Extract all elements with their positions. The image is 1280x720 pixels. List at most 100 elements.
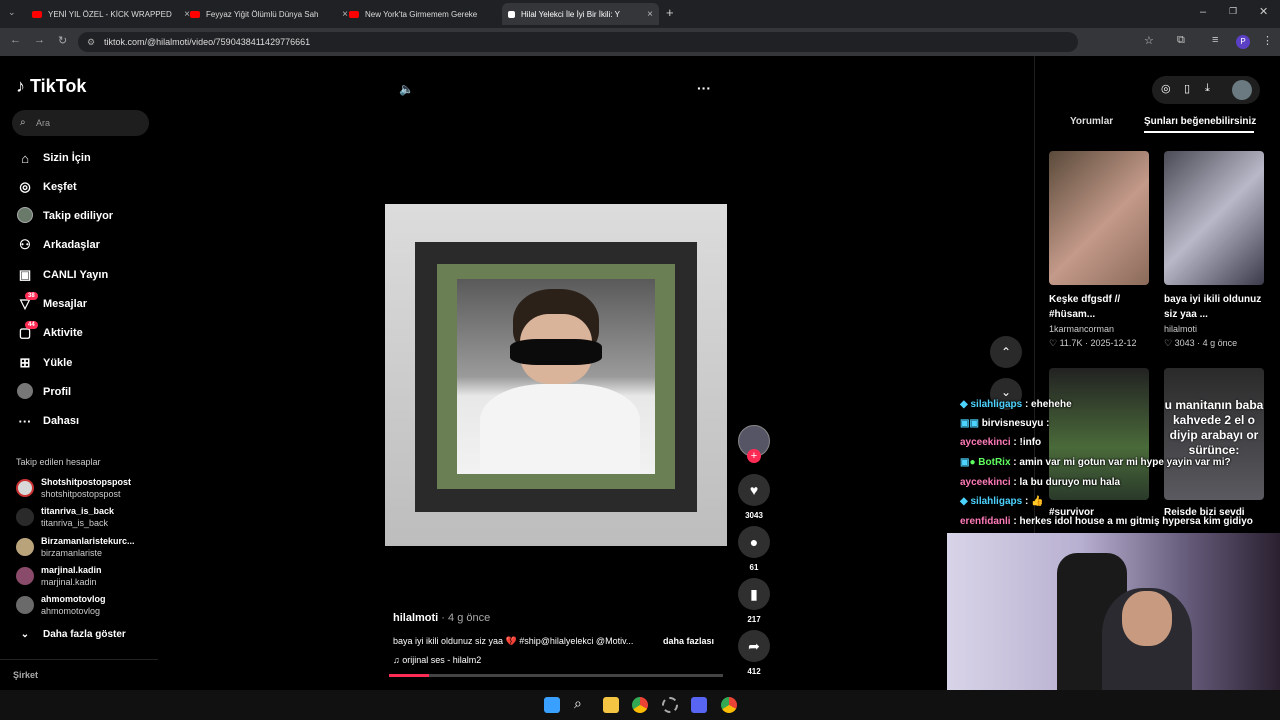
like-button[interactable]: ♥ <box>738 474 770 506</box>
nav-kesfet[interactable]: ◎ Keşfet <box>16 176 156 198</box>
comment-icon: ● <box>749 534 759 550</box>
browser-tab-3[interactable]: New York'ta Girmemem Gereke× <box>343 3 513 25</box>
following-heading: Takip edilen hesaplar <box>16 457 101 467</box>
back-icon[interactable]: ← <box>10 34 21 46</box>
suggested-video-author[interactable]: 1karmancorman <box>1049 324 1114 334</box>
forward-icon[interactable]: → <box>34 34 45 46</box>
share-icon: ➦ <box>748 637 760 654</box>
save-count: 217 <box>747 615 761 624</box>
nav-mesajlar[interactable]: ▽ 38 Mesajlar <box>16 292 156 315</box>
suggested-video-stats: ♡ 3043 · 4 g önce <box>1164 338 1238 348</box>
site-info-icon[interactable]: ⚙ <box>87 32 95 52</box>
close-window-icon[interactable]: ✕ <box>1259 5 1268 18</box>
chat-user: ayceekinci <box>960 477 1011 488</box>
download-icon[interactable]: ⤓ <box>1205 82 1210 95</box>
chat-user: erenfidanli <box>960 516 1011 527</box>
nav-takip-ediliyor[interactable]: Takip ediliyor <box>16 205 156 227</box>
video-player[interactable] <box>385 204 727 546</box>
reload-icon[interactable]: ↻ <box>58 34 67 47</box>
reading-list-icon[interactable]: ≡ <box>1212 34 1218 46</box>
tab-onerilenler[interactable]: Şunları beğenebilirsiniz <box>1144 116 1256 127</box>
profile-avatar[interactable]: P <box>1236 35 1250 49</box>
save-button[interactable]: ▮ <box>738 578 770 610</box>
user-avatar[interactable] <box>1232 80 1252 100</box>
account-name: Birzamanlaristekurc... <box>41 536 135 546</box>
activity-badge: 44 <box>25 321 38 329</box>
settings-icon[interactable] <box>662 697 678 713</box>
file-explorer-icon[interactable] <box>603 697 619 713</box>
minimize-icon[interactable]: – <box>1200 6 1206 18</box>
chat-message: ◆ silahligaps : ehehehe <box>960 399 1072 410</box>
previous-video-button[interactable]: ⌃ <box>990 336 1022 368</box>
follow-plus-icon[interactable]: + <box>747 449 761 463</box>
more-options-icon[interactable]: ··· <box>697 80 711 96</box>
nav-profil[interactable]: Profil <box>16 381 156 403</box>
browser-tab-4[interactable]: Hilal Yelekci İle İyi Bir İkili: Y × <box>502 3 659 25</box>
browser-tab-bar: ⌄ YENİ YIL ÖZEL - KİCK WRAPPED × Feyyaz Y… <box>0 0 1280 28</box>
nav-canli-yayin[interactable]: ▣ CANLI Yayın <box>16 264 156 286</box>
nav-sizin-icin[interactable]: ⌂ Sizin İçin <box>16 147 156 169</box>
following-account[interactable]: Birzamanlaristekurc... birzamanlariste <box>16 535 156 561</box>
thumbnail-overlay-text: u manitanın baba kahvede 2 el o diyip ar… <box>1164 398 1264 457</box>
show-more-button[interactable]: ⌄ Daha fazla göster <box>16 623 156 645</box>
account-name: marjinal.kadin <box>41 565 102 575</box>
footer-link[interactable]: Şirket <box>13 670 38 680</box>
caption-more-link[interactable]: daha fazlası <box>663 636 714 646</box>
more-icon: ··· <box>18 413 32 429</box>
account-name: Shotshitpostopspost <box>41 477 131 487</box>
suggested-video-title[interactable]: Keşke dfgsdf // #hüsam... <box>1049 292 1149 322</box>
chrome-icon[interactable] <box>632 697 648 713</box>
close-icon[interactable]: × <box>647 9 653 20</box>
heart-icon: ♥ <box>749 482 759 498</box>
volume-icon[interactable]: 🔈 <box>399 82 414 96</box>
search-input[interactable]: ⌕ Ara <box>12 110 149 136</box>
following-account[interactable]: ahmomotovlog ahmomotovlog <box>16 593 156 619</box>
post-time: · 4 g önce <box>441 612 491 624</box>
following-account[interactable]: marjinal.kadin marjinal.kadin <box>16 564 156 590</box>
suggested-video-thumbnail[interactable] <box>1164 151 1264 285</box>
tab-yorumlar[interactable]: Yorumlar <box>1070 116 1113 127</box>
nav-label: Mesajlar <box>43 298 88 310</box>
tiktok-sidebar: ♪ TikTok ⌕ Ara ⌂ Sizin İçin ◎ Keşfet Takip… <box>0 56 160 690</box>
bookmark-star-icon[interactable]: ☆ <box>1144 34 1154 47</box>
suggested-video-thumbnail[interactable]: u manitanın baba kahvede 2 el o diyip ar… <box>1164 368 1264 500</box>
nav-aktivite[interactable]: ▢ 44 Aktivite <box>16 321 156 344</box>
suggested-video-author[interactable]: hilalmoti <box>1164 324 1197 334</box>
messages-badge: 38 <box>25 292 38 300</box>
nav-arkadaslar[interactable]: ⚇ Arkadaşlar <box>16 234 156 256</box>
suggested-video-title[interactable]: baya iyi ikili oldunuz siz yaa ... <box>1164 292 1264 322</box>
nav-dahasi[interactable]: ··· Dahası <box>16 410 156 432</box>
search-icon[interactable]: ⌕ <box>574 695 582 712</box>
browser-menu-icon[interactable]: ⋮ <box>1262 34 1273 47</box>
tiktok-logo[interactable]: ♪ TikTok <box>16 76 86 97</box>
share-button[interactable]: ➦ <box>738 630 770 662</box>
new-tab-icon[interactable]: + <box>666 5 674 20</box>
nav-yukle[interactable]: ⊞ Yükle <box>16 352 156 374</box>
comment-button[interactable]: ● <box>738 526 770 558</box>
tab-search-icon[interactable]: ⌄ <box>8 7 16 18</box>
compass-icon[interactable]: ◎ <box>1161 82 1171 95</box>
browser-tab-1[interactable]: YENİ YIL ÖZEL - KİCK WRAPPED × <box>26 3 196 25</box>
discord-icon[interactable] <box>691 697 707 713</box>
following-account[interactable]: titanriva_is_back titanriva_is_back <box>16 505 156 531</box>
chat-text: : amin var mi gotun var mi hype yayin va… <box>1013 457 1231 468</box>
phone-icon[interactable]: ▯ <box>1184 82 1190 95</box>
url-field[interactable]: ⚙ tiktok.com/@hilalmoti/video/7590438411… <box>78 32 1078 52</box>
restore-icon[interactable]: ❐ <box>1229 6 1237 17</box>
browser-tab-2[interactable]: Feyyaz Yiğit Ölümlü Dünya Sah × <box>184 3 354 25</box>
top-toolbar: ◎ ▯ ⤓ <box>1152 76 1260 104</box>
video-caption: baya iyi ikili oldunuz siz yaa 💔 #ship@h… <box>393 636 634 646</box>
video-author[interactable]: hilalmoti · 4 g önce <box>393 612 490 624</box>
live-icon: ▣ <box>18 267 32 282</box>
music-note-icon: ♫ <box>393 655 400 665</box>
extensions-icon[interactable]: ⧉ <box>1177 34 1185 47</box>
suggested-video-thumbnail[interactable] <box>1049 151 1149 285</box>
chrome-active-icon[interactable] <box>721 697 737 713</box>
video-progress-track[interactable] <box>389 674 723 677</box>
webcam-overlay <box>947 533 1280 690</box>
windows-start-icon[interactable] <box>544 697 560 713</box>
upload-icon: ⊞ <box>19 355 31 370</box>
chat-message: ◆ silahligaps : 👍 <box>960 496 1044 507</box>
sound-link[interactable]: ♫ orijinal ses - hilalm2 <box>393 655 481 665</box>
following-account[interactable]: Shotshitpostopspost shotshitpostopspost <box>16 476 156 502</box>
